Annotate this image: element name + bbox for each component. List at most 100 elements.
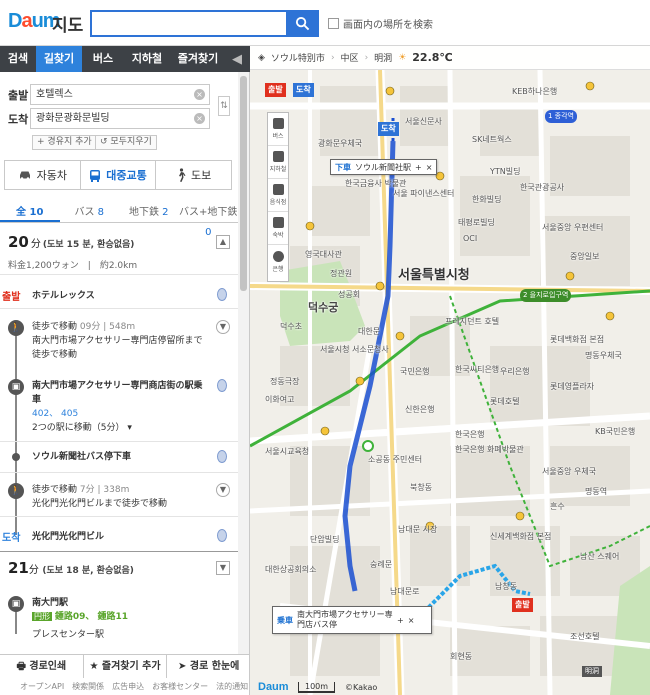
- map-label[interactable]: 성공회: [338, 289, 360, 300]
- filter-bus[interactable]: バス 8: [60, 203, 120, 222]
- map-label[interactable]: 덕수초: [280, 321, 302, 332]
- tool-subway[interactable]: 지하철: [268, 146, 288, 179]
- label-deoksugung[interactable]: 덕수궁: [308, 299, 338, 315]
- filter-subway[interactable]: 地下鉄 2: [119, 203, 179, 222]
- origin-flag[interactable]: 출발: [512, 598, 533, 612]
- popup-alight-close-icon[interactable]: ×: [426, 163, 433, 172]
- map-label[interactable]: 회현동: [450, 651, 472, 662]
- tab-directions[interactable]: 길찾기: [36, 46, 82, 72]
- map-label[interactable]: 영국대사관: [305, 249, 342, 260]
- filter-all[interactable]: 全 10: [0, 203, 60, 222]
- map-label[interactable]: 명동우체국: [585, 350, 622, 361]
- map-label[interactable]: 롯데백화점 본점: [550, 334, 604, 345]
- tool-lodging[interactable]: 숙박: [268, 212, 288, 245]
- current-location-icon[interactable]: ◈: [258, 53, 265, 63]
- mode-transit[interactable]: 대중교통: [81, 161, 157, 189]
- map-label[interactable]: OCI: [463, 234, 477, 243]
- breadcrumb-district[interactable]: 中区: [341, 51, 359, 64]
- popup-board[interactable]: 乗車 南大門市場アクセサリー専門店バス停 + ×: [272, 606, 432, 634]
- location-pin-icon[interactable]: [217, 529, 227, 542]
- map-label[interactable]: 조선호텔: [570, 631, 599, 642]
- map-label[interactable]: 흔수: [550, 501, 565, 512]
- popup-alight-zoom-icon[interactable]: +: [415, 163, 422, 172]
- map-label[interactable]: 한국은행: [455, 429, 484, 440]
- route1-collapse-icon[interactable]: ▲: [216, 235, 230, 249]
- tab-bus[interactable]: 버스: [82, 46, 124, 72]
- map-label[interactable]: KEB하나은행: [512, 86, 557, 97]
- map-label[interactable]: YTN빌딩: [490, 166, 520, 177]
- clear-all-button[interactable]: ↺ 모두지우기: [95, 135, 157, 150]
- map-label[interactable]: 프레지던트 호텔: [445, 316, 499, 327]
- search-input[interactable]: [90, 10, 286, 37]
- map-label[interactable]: 서울중앙 우편센터: [542, 222, 603, 233]
- map-label[interactable]: 대한문: [358, 326, 380, 337]
- origin-clear-icon[interactable]: ×: [194, 89, 205, 100]
- location-pin-icon[interactable]: [217, 450, 227, 463]
- search-button[interactable]: [286, 10, 319, 37]
- map-label[interactable]: 신세계백화점 본점: [490, 531, 551, 542]
- destination-flag[interactable]: 도착: [378, 122, 399, 136]
- map-label[interactable]: 소공동 주민센터: [368, 454, 422, 465]
- route2-expand-icon[interactable]: ▼: [216, 561, 230, 575]
- map-label[interactable]: 이화여고: [265, 394, 294, 405]
- tool-restaurant[interactable]: 음식점: [268, 179, 288, 212]
- route2-header[interactable]: 21分 (도보 18 분, 환승없음) ▼: [0, 559, 238, 579]
- map-label[interactable]: 북창동: [410, 482, 432, 493]
- popup-alight[interactable]: 下車 ソウル新聞社駅 + ×: [330, 159, 438, 175]
- breadcrumb-city[interactable]: ソウル特別市: [271, 51, 325, 64]
- mode-walk[interactable]: 도보: [156, 161, 231, 189]
- add-waypoint-button[interactable]: + 경유지 추가: [32, 135, 97, 150]
- popup-board-zoom-icon[interactable]: +: [397, 616, 404, 625]
- add-favorite-button[interactable]: ★ 즐겨찾기 추가: [84, 655, 168, 678]
- map-label[interactable]: 남산 스퀘어: [580, 551, 619, 562]
- map-daum-logo[interactable]: Daum: [258, 681, 289, 693]
- map-label[interactable]: 남대문 시장: [398, 524, 437, 535]
- map-label[interactable]: 중앙일보: [570, 251, 599, 262]
- map-label[interactable]: 한국씨티은행: [455, 364, 499, 375]
- map-label[interactable]: 서울중앙 우체국: [542, 466, 596, 477]
- map-label[interactable]: 서울시청 서소문청사: [320, 344, 389, 355]
- map-label[interactable]: 롯데영플라자: [550, 381, 594, 392]
- map-view[interactable]: ◈ ソウル特別市 › 中区 › 明洞 ☀ 22.8℃ 버스 지하철 음식점 숙박 은…: [250, 46, 650, 695]
- map-label[interactable]: 한국은행 화폐박물관: [455, 444, 524, 455]
- map-label[interactable]: 신한은행: [405, 404, 434, 415]
- tab-favorites[interactable]: 즐겨찾기: [170, 46, 226, 72]
- destination-clear-icon[interactable]: ×: [194, 113, 205, 124]
- print-route-button[interactable]: 🖶 경로인쇄: [0, 655, 84, 678]
- map-label[interactable]: 국민은행: [400, 366, 429, 377]
- map-label[interactable]: 정관원: [330, 268, 352, 279]
- map-label[interactable]: 서울 파이낸스센터: [393, 188, 454, 199]
- step-walk2-expand-icon[interactable]: ▼: [216, 483, 230, 497]
- route-overview-button[interactable]: ➤ 경로 한눈에: [167, 655, 249, 678]
- tool-bus[interactable]: 버스: [268, 113, 288, 146]
- map-label[interactable]: 숭례문: [370, 559, 392, 570]
- map-label[interactable]: 롯데호텔: [490, 396, 519, 407]
- map-label[interactable]: 명동역: [585, 486, 607, 497]
- filter-bus-subway[interactable]: バス+地下鉄 0: [179, 203, 239, 238]
- area-search-checkbox[interactable]: [328, 18, 339, 29]
- map-label[interactable]: KB국민은행: [595, 426, 635, 437]
- step-walk1-expand-icon[interactable]: ▼: [216, 320, 230, 334]
- origin-input[interactable]: 호텔렉스 ×: [30, 84, 210, 105]
- tab-search[interactable]: 검색: [0, 46, 36, 72]
- footer-links[interactable]: オープンAPI 検索関係 広告申込 お客様センター 法的通知: [0, 681, 249, 695]
- map-label[interactable]: 태평로빌딩: [458, 217, 495, 228]
- breadcrumb-dong[interactable]: 明洞: [374, 51, 392, 64]
- area-search-option[interactable]: 画面内の場所を検索: [328, 16, 433, 31]
- swap-icon[interactable]: ⇅: [218, 96, 230, 116]
- map-label[interactable]: 남대문로: [390, 586, 419, 597]
- tab-subway[interactable]: 지하철: [124, 46, 170, 72]
- map-label[interactable]: 우리은행: [500, 366, 529, 377]
- map-label[interactable]: SK네트웍스: [472, 134, 512, 145]
- tool-bank[interactable]: 은행: [268, 245, 288, 278]
- destination-input[interactable]: 광화문광화문빌딩 ×: [30, 108, 210, 129]
- map-label[interactable]: 단암빌딩: [310, 534, 339, 545]
- popup-board-close-icon[interactable]: ×: [408, 616, 415, 625]
- collapse-sidebar-icon[interactable]: ◀: [232, 52, 242, 67]
- label-city-hall[interactable]: 서울특별시청: [398, 264, 470, 283]
- sidebar-scroll-thumb[interactable]: [240, 76, 247, 291]
- map-label[interactable]: 남창동: [495, 581, 517, 592]
- mode-car[interactable]: 자동차: [5, 161, 81, 189]
- map-label[interactable]: 광화문우체국: [318, 138, 362, 149]
- location-pin-icon[interactable]: [217, 379, 227, 392]
